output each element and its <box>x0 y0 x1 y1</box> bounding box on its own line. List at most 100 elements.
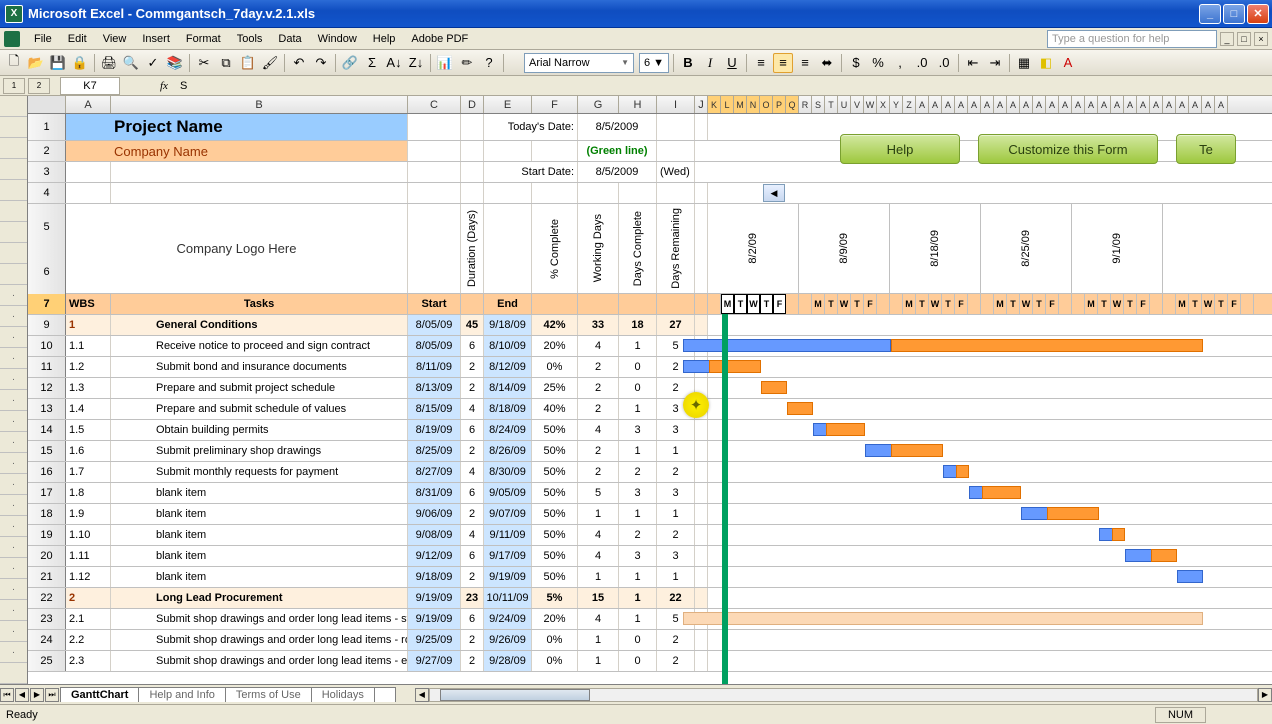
cell[interactable]: 9/26/09 <box>484 630 532 650</box>
cell[interactable] <box>695 294 708 314</box>
cell[interactable]: 6 <box>461 609 484 629</box>
row-header-6[interactable]: 6 <box>28 249 66 294</box>
col-header-H[interactable]: H <box>619 96 657 113</box>
menu-adobepdf[interactable]: Adobe PDF <box>403 31 476 47</box>
cell[interactable]: General Conditions <box>111 315 408 335</box>
cell[interactable]: blank item <box>111 504 408 524</box>
gantt-bar-overlay[interactable] <box>1112 528 1125 541</box>
cell[interactable]: Submit shop drawings and order long lead… <box>111 630 408 650</box>
cell[interactable] <box>695 546 708 566</box>
cell[interactable]: 50% <box>532 483 578 503</box>
cell[interactable]: Project Name <box>111 114 408 140</box>
paste-icon[interactable]: 📋 <box>238 53 258 73</box>
borders-icon[interactable]: ▦ <box>1014 53 1034 73</box>
increase-indent-icon[interactable]: ⇥ <box>985 53 1005 73</box>
cell[interactable] <box>657 141 695 161</box>
cell[interactable]: 50% <box>532 546 578 566</box>
new-icon[interactable]: 🗋 <box>4 53 24 73</box>
menu-edit[interactable]: Edit <box>60 31 95 47</box>
cell[interactable]: 50% <box>532 441 578 461</box>
menu-insert[interactable]: Insert <box>134 31 178 47</box>
row-header-7[interactable]: 7 <box>28 294 66 314</box>
col-header-Z[interactable]: Z <box>903 96 916 113</box>
cell[interactable]: 4 <box>578 525 619 545</box>
cell[interactable]: 2 <box>578 399 619 419</box>
cell[interactable]: 9/18/09 <box>484 315 532 335</box>
col-header-R[interactable]: R <box>799 96 812 113</box>
cell[interactable] <box>461 183 484 203</box>
align-left-icon[interactable]: ≡ <box>751 53 771 73</box>
cell[interactable]: 0% <box>532 651 578 671</box>
row-header-11[interactable]: 11 <box>28 357 66 377</box>
col-header-F[interactable]: F <box>532 96 578 113</box>
cell[interactable]: 8/05/09 <box>408 315 461 335</box>
cell[interactable]: Duration (Days) <box>461 204 484 293</box>
cell[interactable]: 8/5/2009 <box>578 162 657 182</box>
align-center-icon[interactable]: ≡ <box>773 53 793 73</box>
cell[interactable]: 1.11 <box>66 546 111 566</box>
cell[interactable] <box>66 162 111 182</box>
cell[interactable]: % Complete <box>532 204 578 293</box>
cell[interactable] <box>532 141 578 161</box>
col-header-V[interactable]: V <box>851 96 864 113</box>
row-header-12[interactable]: 12 <box>28 378 66 398</box>
cell[interactable] <box>657 183 695 203</box>
scroll-right-icon[interactable]: ▶ <box>1258 688 1272 702</box>
cell[interactable] <box>695 567 708 587</box>
gantt-bar[interactable] <box>761 381 787 394</box>
cell[interactable]: 5 <box>578 483 619 503</box>
cell[interactable] <box>111 183 408 203</box>
copy-icon[interactable]: ⧉ <box>216 53 236 73</box>
cell[interactable] <box>695 483 708 503</box>
gantt-bar[interactable] <box>787 402 813 415</box>
cell[interactable] <box>461 162 484 182</box>
cell[interactable]: 2 <box>657 525 695 545</box>
cell[interactable]: 15 <box>578 588 619 608</box>
cell[interactable] <box>619 183 657 203</box>
drawing-icon[interactable]: ✏ <box>457 53 477 73</box>
cell[interactable]: Start Date: <box>484 162 578 182</box>
cell[interactable]: 9/28/09 <box>484 651 532 671</box>
cell[interactable]: 1 <box>619 336 657 356</box>
cell[interactable]: 4 <box>461 462 484 482</box>
cell[interactable] <box>695 441 708 461</box>
cell[interactable]: 23 <box>461 588 484 608</box>
cell[interactable]: 1.5 <box>66 420 111 440</box>
tab-last-icon[interactable]: ⏭ <box>45 688 59 702</box>
print-icon[interactable]: 🖨 <box>99 53 119 73</box>
cell[interactable] <box>66 141 111 161</box>
close-button[interactable]: ✕ <box>1247 4 1269 24</box>
cell[interactable]: blank item <box>111 567 408 587</box>
scroll-left-icon[interactable]: ◀ <box>415 688 429 702</box>
cell[interactable]: 9/25/09 <box>408 630 461 650</box>
row-header-4[interactable]: 4 <box>28 183 66 203</box>
cell[interactable]: 2 <box>461 651 484 671</box>
cell[interactable]: 4 <box>578 609 619 629</box>
cell[interactable]: 3 <box>657 483 695 503</box>
cell[interactable]: 1 <box>619 441 657 461</box>
cell[interactable]: blank item <box>111 525 408 545</box>
cell[interactable]: 8/25/09 <box>408 441 461 461</box>
cell[interactable]: 2 <box>657 651 695 671</box>
cell[interactable]: 2 <box>578 357 619 377</box>
cell[interactable]: WBS <box>66 294 111 314</box>
cell[interactable]: Days Complete <box>619 204 657 293</box>
col-header-AV[interactable]: A <box>1189 96 1202 113</box>
cell[interactable]: Receive notice to proceed and sign contr… <box>111 336 408 356</box>
gantt-scroll-left[interactable]: ◀ <box>763 184 785 202</box>
col-header-AT[interactable]: A <box>1163 96 1176 113</box>
cell[interactable]: 40% <box>532 399 578 419</box>
cell[interactable]: Days Remaining <box>657 204 695 293</box>
cell[interactable] <box>695 114 708 140</box>
cell[interactable]: 9/19/09 <box>484 567 532 587</box>
doc-minimize-button[interactable]: _ <box>1220 32 1234 46</box>
cell[interactable]: 1 <box>619 399 657 419</box>
row-header-20[interactable]: 20 <box>28 546 66 566</box>
gantt-bar[interactable] <box>1177 570 1203 583</box>
gantt-bar-overlay[interactable] <box>709 360 761 373</box>
print-preview-icon[interactable]: 🔍 <box>121 53 141 73</box>
cell[interactable]: 4 <box>578 336 619 356</box>
cell[interactable] <box>695 525 708 545</box>
underline-button[interactable]: U <box>722 53 742 73</box>
cell[interactable]: 1.10 <box>66 525 111 545</box>
